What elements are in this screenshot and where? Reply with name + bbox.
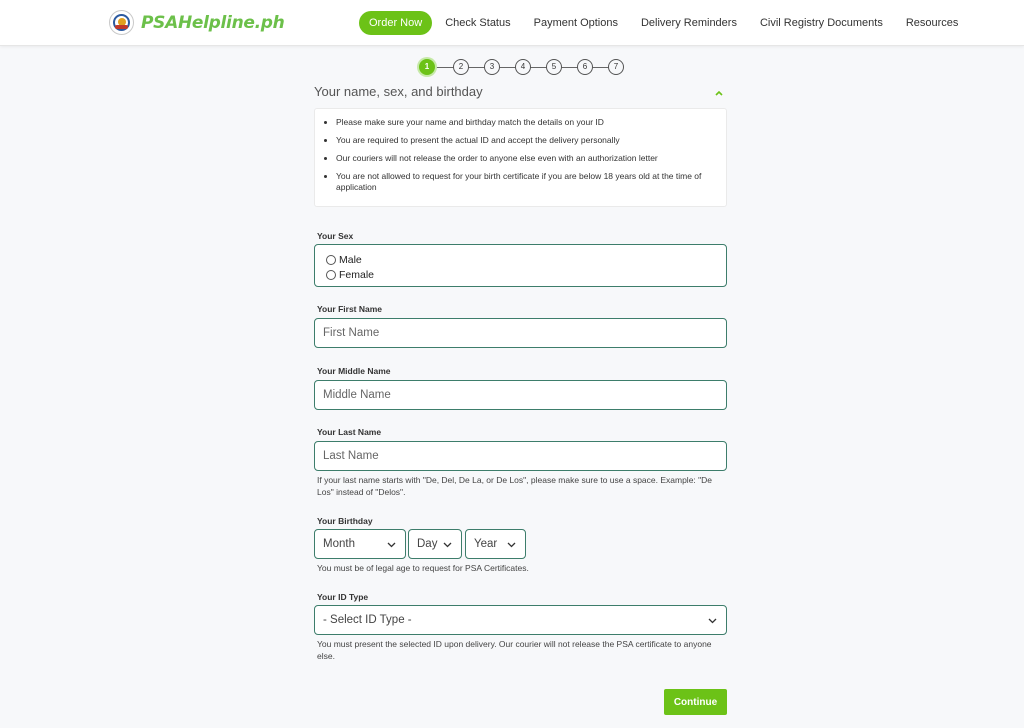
psa-seal-icon (109, 10, 134, 35)
id-type-label: Your ID Type (317, 592, 369, 602)
requirements-notes: Please make sure your name and birthday … (314, 108, 727, 207)
id-type-hint: You must present the selected ID upon de… (317, 639, 712, 661)
nav-order-now[interactable]: Order Now (359, 11, 433, 35)
chevron-down-icon (708, 618, 717, 624)
birthday-hint: You must be of legal age to request for … (317, 563, 529, 573)
continue-button[interactable]: Continue (664, 689, 727, 715)
last-name-field (314, 441, 727, 471)
last-name-label: Your Last Name (317, 427, 382, 437)
birth-year-select[interactable]: Year (465, 529, 526, 559)
middle-name-field (314, 380, 727, 410)
section-title: Your name, sex, and birthday (314, 84, 483, 99)
sex-option-female[interactable]: Female (326, 267, 726, 282)
middle-name-input[interactable] (315, 381, 726, 409)
id-type-select[interactable]: - Select ID Type - (314, 605, 727, 635)
birth-month-select[interactable]: Month (314, 529, 406, 559)
birth-day-select[interactable]: Day (408, 529, 462, 559)
note-item: Our couriers will not release the order … (336, 153, 716, 164)
step-2[interactable]: 2 (453, 59, 469, 75)
nav-delivery-reminders[interactable]: Delivery Reminders (641, 17, 737, 29)
main-nav: Order Now Check Status Payment Options D… (359, 11, 981, 35)
sex-label: Your Sex (317, 231, 354, 241)
birth-day-value: Day (417, 538, 438, 550)
first-name-label: Your First Name (317, 304, 383, 314)
sex-option-male[interactable]: Male (326, 252, 726, 267)
step-5[interactable]: 5 (546, 59, 562, 75)
step-7[interactable]: 7 (608, 59, 624, 75)
sex-radio-group: Male Female (314, 244, 727, 287)
birthday-label: Your Birthday (317, 516, 373, 526)
chevron-down-icon (443, 542, 452, 548)
note-item: Please make sure your name and birthday … (336, 117, 716, 128)
last-name-hint: If your last name starts with "De, Del, … (317, 475, 713, 497)
chevron-down-icon (387, 542, 396, 548)
step-4[interactable]: 4 (515, 59, 531, 75)
note-item: You are required to present the actual I… (336, 135, 716, 146)
nav-civil-registry-documents[interactable]: Civil Registry Documents (760, 17, 883, 29)
chevron-up-icon[interactable] (714, 88, 724, 98)
radio-female-label: Female (339, 268, 375, 281)
nav-check-status[interactable]: Check Status (445, 17, 510, 29)
step-1[interactable]: 1 (419, 59, 435, 75)
chevron-down-icon (507, 542, 516, 548)
id-type-value: - Select ID Type - (323, 614, 412, 626)
radio-female[interactable] (326, 269, 336, 280)
brand-name: PSAHelpline.ph (141, 12, 285, 33)
middle-name-label: Your Middle Name (317, 366, 391, 376)
birth-year-value: Year (474, 538, 498, 550)
birth-month-value: Month (323, 538, 355, 550)
step-6[interactable]: 6 (577, 59, 593, 75)
site-logo[interactable]: PSAHelpline.ph (109, 10, 285, 35)
step-3[interactable]: 3 (484, 59, 500, 75)
note-item: You are not allowed to request for your … (336, 171, 716, 193)
nav-payment-options[interactable]: Payment Options (534, 17, 618, 29)
nav-resources[interactable]: Resources (906, 17, 959, 29)
radio-male[interactable] (326, 254, 336, 265)
first-name-input[interactable] (315, 319, 726, 347)
last-name-input[interactable] (315, 442, 726, 470)
radio-male-label: Male (339, 253, 362, 266)
first-name-field (314, 318, 727, 348)
progress-stepper: 1 2 3 4 5 6 7 (419, 59, 625, 75)
site-header: PSAHelpline.ph Order Now Check Status Pa… (0, 0, 1024, 46)
